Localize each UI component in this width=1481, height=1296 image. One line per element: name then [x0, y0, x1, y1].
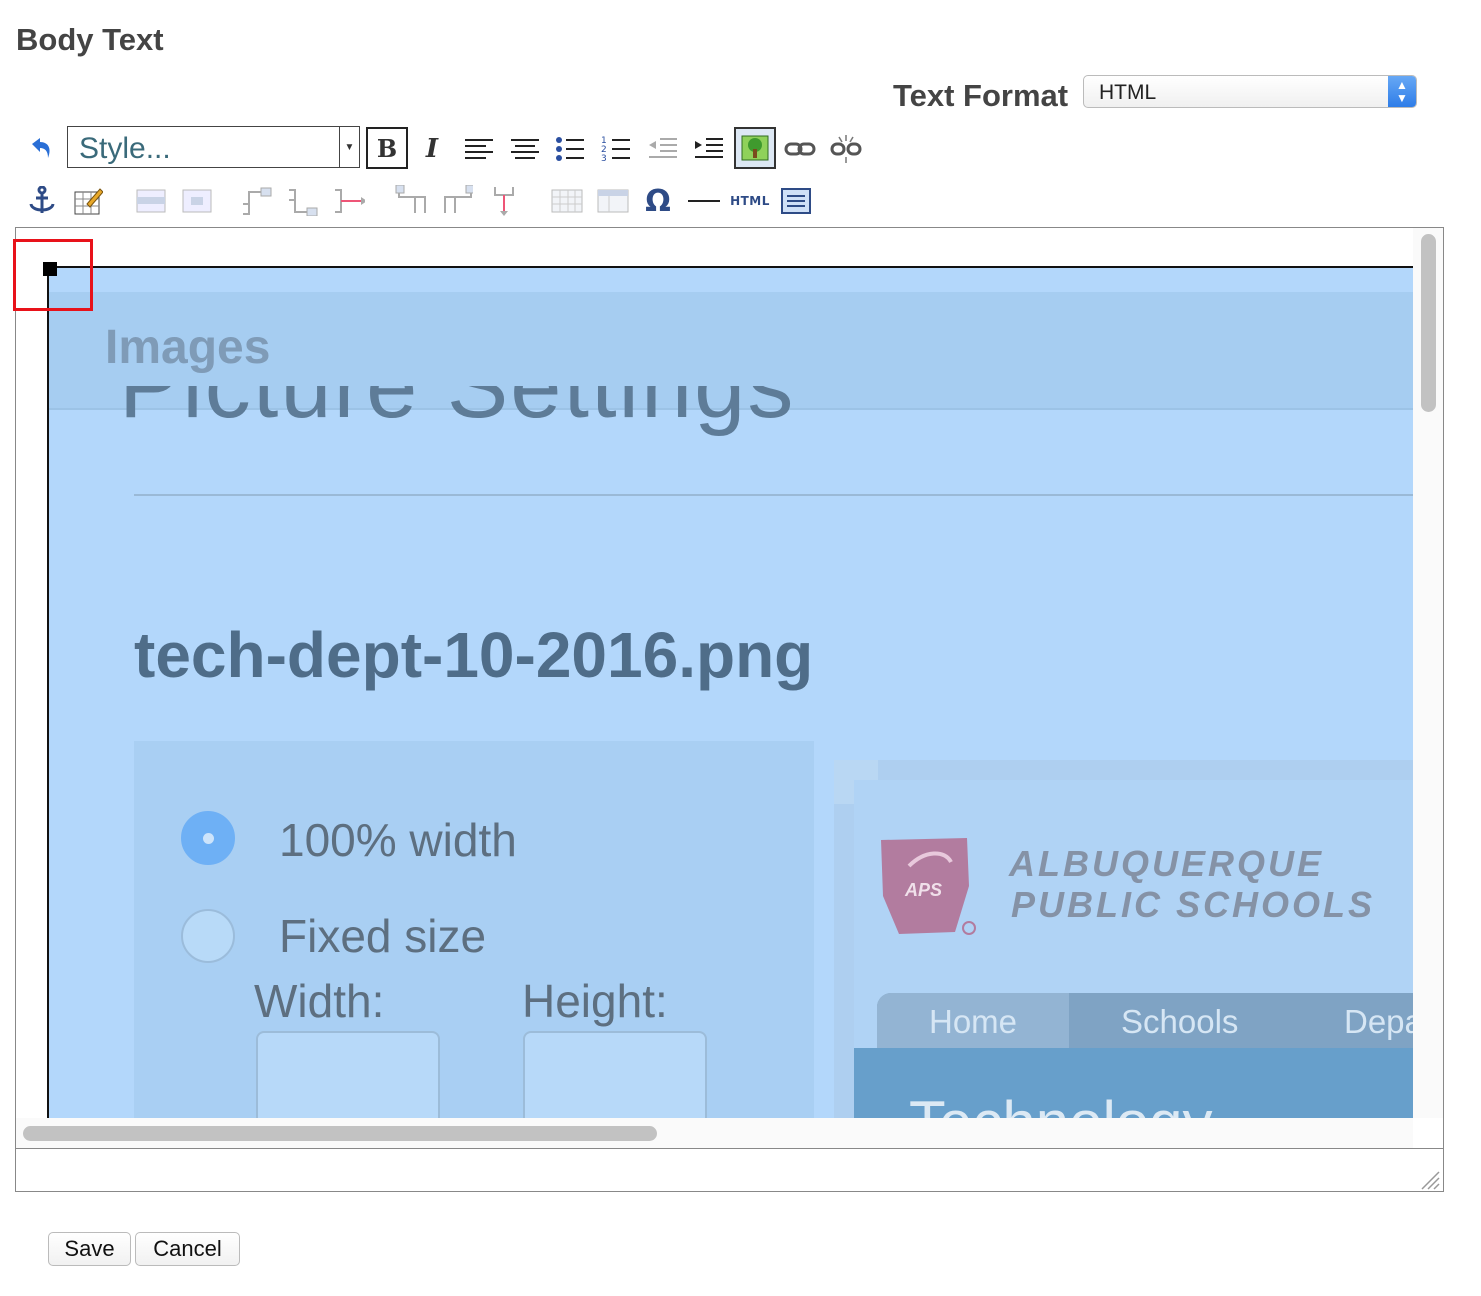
cancel-button[interactable]: Cancel [135, 1232, 240, 1266]
width-field [256, 1031, 440, 1118]
editor-status-bar [15, 1148, 1444, 1193]
radio-full-width [181, 811, 235, 865]
unlink-icon[interactable] [830, 133, 862, 165]
chevron-down-icon: ▼ [339, 127, 359, 167]
picture-settings-title: Picture Settings [119, 386, 796, 437]
bold-icon[interactable]: B [366, 127, 408, 169]
split-cells-icon[interactable] [551, 185, 583, 217]
text-format-label: Text Format [893, 78, 1069, 113]
width-label: Width: [254, 975, 385, 1027]
align-left-icon[interactable] [463, 133, 495, 165]
section-title: Body Text [16, 22, 164, 57]
merge-cells-icon[interactable] [597, 185, 629, 217]
special-char-icon[interactable]: Ω [642, 184, 674, 219]
indent-icon[interactable] [693, 133, 725, 165]
svg-text:APS: APS [904, 880, 942, 900]
logo-line-2: PUBLIC SCHOOLS [1011, 884, 1376, 925]
image-icon[interactable] [734, 127, 776, 169]
resize-grip-icon[interactable] [1418, 1168, 1440, 1190]
insert-col-before-icon[interactable] [395, 185, 427, 217]
delete-row-icon[interactable] [333, 185, 365, 217]
table-cell-props-icon[interactable] [181, 185, 213, 217]
numbered-list-icon[interactable]: 123 [600, 133, 632, 165]
text-format-select[interactable]: HTML ▲ ▼ [1083, 75, 1417, 108]
undo-icon[interactable] [24, 133, 56, 165]
insert-col-after-icon[interactable] [441, 185, 473, 217]
full-width-label: 100% width [279, 814, 517, 866]
edit-table-icon[interactable] [72, 185, 104, 217]
nav-item-home: Home [929, 1003, 1018, 1040]
delete-col-icon[interactable] [487, 185, 519, 217]
size-options-panel: 100% width Fixed size Width: Height: [134, 741, 814, 1118]
nav-item-departments: Depa [1344, 1003, 1413, 1040]
html-source-icon[interactable]: HTML [728, 185, 772, 217]
horizontal-rule-icon[interactable] [688, 185, 720, 217]
highlight-box [13, 239, 93, 311]
anchor-icon[interactable] [26, 185, 58, 217]
link-icon[interactable] [784, 133, 816, 165]
fullscreen-icon[interactable] [780, 185, 812, 217]
logo-line-1: ALBUQUERQUE [1009, 843, 1325, 884]
height-field [523, 1031, 707, 1118]
radio-fixed-size [181, 909, 235, 963]
select-arrows-icon: ▲ ▼ [1388, 76, 1416, 107]
style-select[interactable]: Style... ▼ [67, 126, 360, 168]
insert-row-after-icon[interactable] [287, 185, 319, 217]
table-row-props-icon[interactable] [135, 185, 167, 217]
fixed-size-label: Fixed size [279, 910, 487, 962]
height-label: Height: [522, 975, 668, 1027]
insert-row-before-icon[interactable] [241, 185, 273, 217]
italic-icon[interactable]: I [416, 133, 448, 165]
nav-item-schools: Schools [1121, 1003, 1239, 1040]
image-file-name: tech-dept-10-2016.png [134, 619, 814, 691]
bullet-list-icon[interactable] [554, 133, 586, 165]
align-center-icon[interactable] [509, 133, 541, 165]
horizontal-scroll-thumb[interactable] [23, 1126, 657, 1141]
preview-strip-text: Technology [909, 1088, 1213, 1118]
svg-text:3: 3 [601, 154, 607, 163]
text-format-value: HTML [1099, 81, 1157, 104]
aps-logo-icon: APS [879, 836, 977, 936]
outdent-icon[interactable] [647, 133, 679, 165]
image-header-title: Images [105, 321, 271, 374]
title-divider [134, 494, 1413, 496]
style-select-value: Style... [79, 132, 171, 165]
vertical-scroll-thumb[interactable] [1421, 234, 1436, 412]
save-button[interactable]: Save [48, 1232, 131, 1266]
selected-image[interactable]: Images Picture Settings tech-dept-10-201… [47, 266, 1413, 1118]
